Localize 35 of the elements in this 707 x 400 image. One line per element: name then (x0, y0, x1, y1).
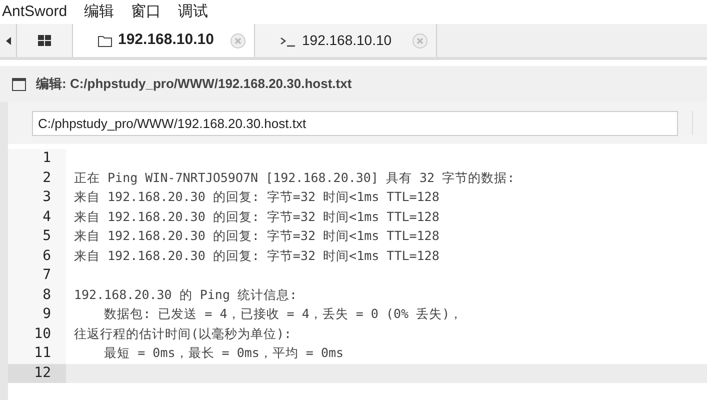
line-number: 1 (8, 149, 66, 168)
line-number: 9 (8, 305, 66, 324)
tab[interactable]: 192.168.10.10 (73, 24, 255, 57)
terminal-icon (280, 34, 296, 46)
line-number: 4 (8, 208, 66, 227)
line-number: 6 (8, 246, 66, 266)
code-text: 往返行程的估计时间(以毫秒为单位): (73, 324, 292, 343)
code-text: 正在 Ping WIN-7NRTJO59O7N [192.168.20.30] 具有 32 字节的数据: (73, 168, 515, 187)
code-text: 来自 192.168.20.30 的回复: 字节=32 时间<1ms TTL=128 (73, 208, 440, 226)
caret-left-icon (6, 36, 10, 44)
line-number: 8 (8, 286, 66, 305)
line-number: 7 (8, 266, 66, 286)
code-text: 数据包: 已发送 = 4，已接收 = 4，丢失 = 0 (0% 丢失)， (103, 305, 463, 324)
code-text: 来自 192.168.20.30 的回复: 字节=32 时间<1ms TTL=128 (73, 188, 440, 206)
code-text: 最短 = 0ms，最长 = 0ms，平均 = 0ms (103, 344, 344, 362)
path-field[interactable]: C:/phpstudy_pro/WWW/192.168.20.30.host.txt (32, 110, 678, 136)
line-number: 2 (8, 168, 66, 188)
line-number: 5 (8, 227, 66, 246)
grid-icon (38, 34, 52, 46)
tab-label: 192.168.10.10 (302, 31, 393, 50)
panel-title: 编辑: C:/phpstudy_pro/WWW/192.168.20.30.host.txt (36, 75, 352, 94)
menu-item[interactable]: 编辑 (84, 0, 114, 24)
window-icon (12, 78, 26, 90)
menu-item[interactable]: 窗口 (131, 0, 162, 24)
code-text: 来自 192.168.20.30 的回复: 字节=32 时间<1ms TTL=128 (73, 227, 440, 246)
menu-item[interactable]: 调试 (178, 0, 208, 24)
line-number: 11 (8, 344, 66, 364)
line-number: 12 (8, 364, 66, 383)
menu-item[interactable]: AntSword (2, 0, 68, 24)
line-number: 10 (8, 324, 66, 344)
tab-label: 192.168.10.10 (118, 30, 215, 50)
folder-icon (98, 34, 112, 46)
code-text: 来自 192.168.20.30 的回复: 字节=32 时间<1ms TTL=128 (73, 246, 440, 265)
line-number: 3 (8, 188, 66, 208)
code-text: 192.168.20.30 的 Ping 统计信息: (73, 286, 298, 304)
